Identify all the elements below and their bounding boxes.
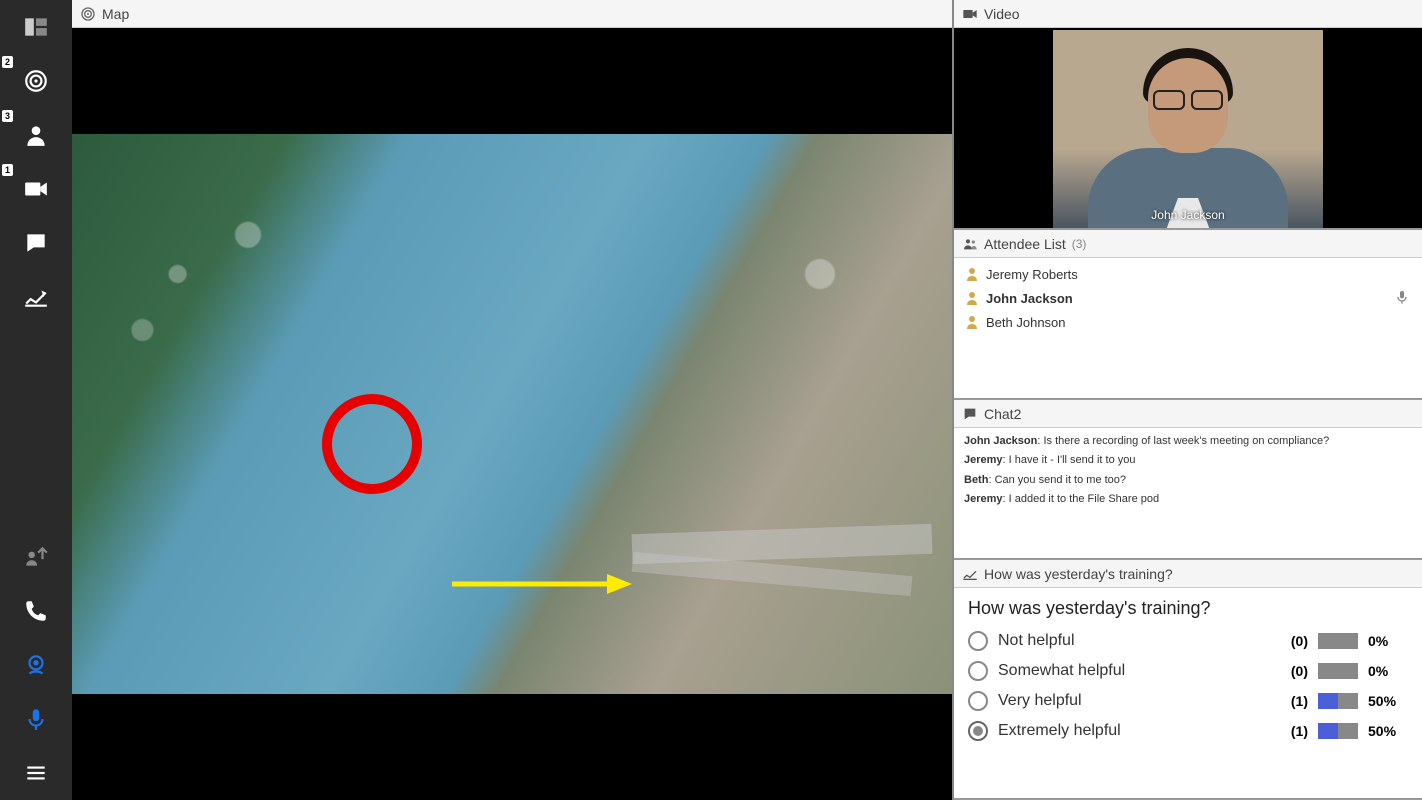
poll-pod-title: How was yesterday's training? [984, 566, 1173, 582]
chat-pod-header[interactable]: Chat2 [954, 400, 1422, 428]
poll-option[interactable]: Very helpful (1) 50% [968, 691, 1408, 711]
poll-body: How was yesterday's training? Not helpfu… [954, 588, 1422, 761]
map-pod: Map [72, 0, 954, 800]
phone-icon [23, 598, 49, 624]
attendee-pod: Attendee List (3) Jeremy Roberts John Jac… [954, 230, 1422, 400]
video-icon [962, 6, 978, 22]
badge: 1 [2, 164, 13, 176]
person-icon [23, 122, 49, 148]
poll-option-label: Not helpful [998, 632, 1270, 650]
map-pod-title: Map [102, 6, 129, 22]
chat-message: Jeremy: I have it - I'll send it to you [964, 453, 1412, 468]
video-body[interactable]: John Jackson [954, 28, 1422, 228]
poll-option-pct: 0% [1368, 633, 1408, 649]
poll-option-pct: 0% [1368, 663, 1408, 679]
poll-icon [23, 284, 49, 310]
chat-icon [23, 230, 49, 256]
map-pod-header[interactable]: Map [72, 0, 952, 28]
video-icon [23, 176, 49, 202]
attendee-status-icon [964, 314, 980, 330]
poll-option[interactable]: Somewhat helpful (0) 0% [968, 661, 1408, 681]
poll-option-pct: 50% [1368, 723, 1408, 739]
attendee-row[interactable]: John Jackson [962, 286, 1414, 310]
attendee-row[interactable]: Beth Johnson [962, 310, 1414, 334]
sidebar-target-button[interactable]: 2 [0, 54, 72, 108]
poll-option-bar [1318, 663, 1358, 679]
attendee-pod-title: Attendee List [984, 236, 1066, 252]
sidebar-attendees-button[interactable]: 3 [0, 108, 72, 162]
attendee-count: (3) [1072, 237, 1087, 251]
sidebar-menu-button[interactable] [0, 746, 72, 800]
mic-icon [23, 706, 49, 732]
attendee-name: John Jackson [986, 291, 1073, 306]
chat-pod: Chat2 John Jackson: Is there a recording… [954, 400, 1422, 560]
chat-body[interactable]: John Jackson: Is there a recording of la… [954, 428, 1422, 558]
poll-option-pct: 50% [1368, 693, 1408, 709]
attendee-mic-icon [1394, 289, 1410, 308]
sidebar-layout-button[interactable] [0, 0, 72, 54]
attendee-status-icon [964, 290, 980, 306]
sidebar-webcam-button[interactable] [0, 638, 72, 692]
annotation-red-circle [318, 390, 426, 498]
poll-radio[interactable] [968, 631, 988, 651]
map-body[interactable] [72, 28, 952, 800]
poll-option-bar [1318, 633, 1358, 649]
sidebar-phone-button[interactable] [0, 584, 72, 638]
sidebar-share-button[interactable] [0, 530, 72, 584]
attendee-pod-header[interactable]: Attendee List (3) [954, 230, 1422, 258]
chat-pod-title: Chat2 [984, 406, 1021, 422]
poll-option-label: Very helpful [998, 692, 1270, 710]
satellite-map[interactable] [72, 134, 952, 694]
video-pod: Video John Jackson [954, 0, 1422, 230]
poll-radio[interactable] [968, 721, 988, 741]
attendee-name: Jeremy Roberts [986, 267, 1078, 282]
chat-icon [962, 406, 978, 422]
share-screen-icon [23, 544, 49, 570]
sidebar-poll-button[interactable] [0, 270, 72, 324]
presenter-name-overlay: John Jackson [1151, 208, 1224, 222]
attendees-icon [962, 236, 978, 252]
target-icon [80, 6, 96, 22]
poll-option-label: Extremely helpful [998, 722, 1270, 740]
chat-message: John Jackson: Is there a recording of la… [964, 434, 1412, 449]
poll-pod: How was yesterday's training? How was ye… [954, 560, 1422, 800]
annotation-yellow-arrow [452, 574, 632, 594]
poll-radio[interactable] [968, 691, 988, 711]
poll-option-count: (0) [1280, 633, 1308, 649]
webcam-icon [23, 652, 49, 678]
chat-message: Beth: Can you send it to me too? [964, 473, 1412, 488]
attendee-status-icon [964, 266, 980, 282]
video-pod-header[interactable]: Video [954, 0, 1422, 28]
presenter-video[interactable]: John Jackson [1053, 30, 1323, 228]
poll-option-count: (0) [1280, 663, 1308, 679]
poll-option[interactable]: Not helpful (0) 0% [968, 631, 1408, 651]
attendee-name: Beth Johnson [986, 315, 1066, 330]
poll-option-label: Somewhat helpful [998, 662, 1270, 680]
sidebar-video-button[interactable]: 1 [0, 162, 72, 216]
layout-icon [23, 14, 49, 40]
poll-option-count: (1) [1280, 723, 1308, 739]
chat-message: Jeremy: I added it to the File Share pod [964, 492, 1412, 507]
attendee-list: Jeremy Roberts John Jackson Beth Johnson [954, 258, 1422, 398]
badge: 2 [2, 56, 13, 68]
main-area: Map Video [72, 0, 1422, 800]
menu-icon [23, 760, 49, 786]
poll-icon [962, 566, 978, 582]
poll-question: How was yesterday's training? [968, 598, 1408, 619]
sidebar-mic-button[interactable] [0, 692, 72, 746]
poll-pod-header[interactable]: How was yesterday's training? [954, 560, 1422, 588]
sidebar: 2 3 1 [0, 0, 72, 800]
sidebar-chat-button[interactable] [0, 216, 72, 270]
poll-radio[interactable] [968, 661, 988, 681]
poll-option-bar [1318, 723, 1358, 739]
target-icon [23, 68, 49, 94]
poll-option-count: (1) [1280, 693, 1308, 709]
badge: 3 [2, 110, 13, 122]
poll-option-bar [1318, 693, 1358, 709]
poll-option[interactable]: Extremely helpful (1) 50% [968, 721, 1408, 741]
attendee-row[interactable]: Jeremy Roberts [962, 262, 1414, 286]
right-column: Video John Jackson Attendee List (3) Jer [954, 0, 1422, 800]
video-pod-title: Video [984, 6, 1020, 22]
